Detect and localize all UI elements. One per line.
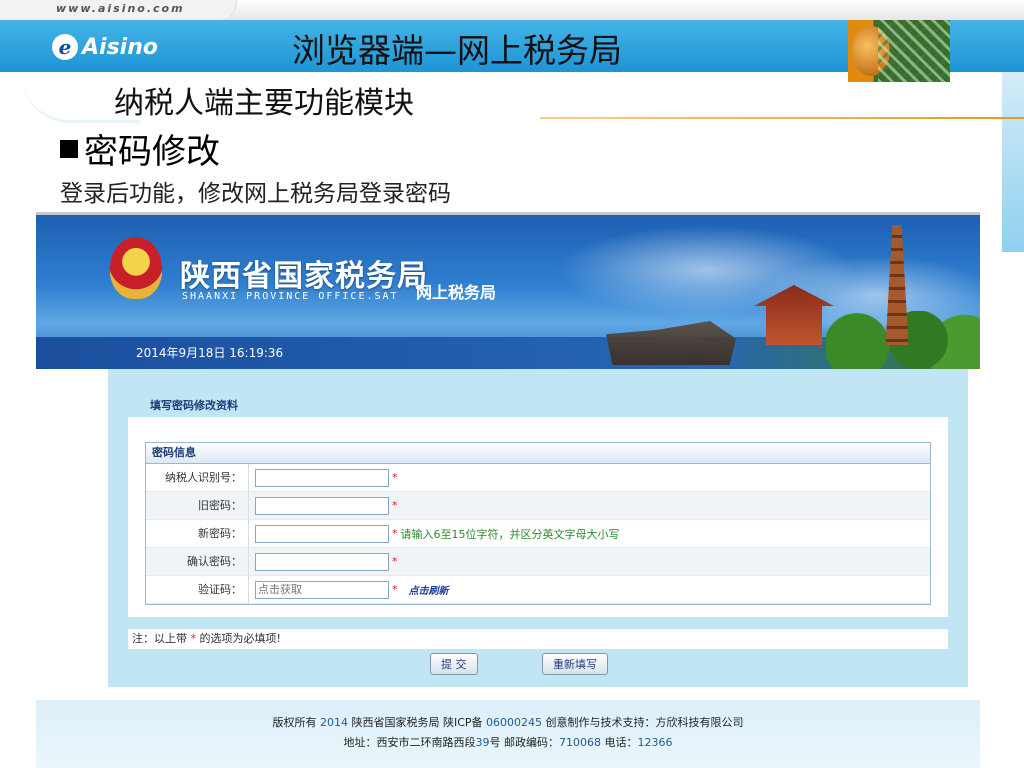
table-row-taxpayer-id: 纳税人识别号： * [146, 464, 930, 492]
section-heading-text: 密码修改 [84, 132, 220, 172]
square-bullet-icon [60, 139, 78, 158]
taxpayer-id-input[interactable] [255, 468, 389, 487]
phone-number: 12366 [637, 736, 673, 749]
note-prefix: 注：以上带 [132, 632, 187, 645]
phone-label: 电话： [604, 736, 638, 749]
required-star: * [392, 499, 398, 512]
required-fields-note: 注：以上带 * 的选项为必填项! [128, 629, 948, 649]
captcha-refresh-link[interactable]: 点击刷新 [409, 582, 449, 597]
confirm-password-input[interactable] [255, 552, 389, 571]
current-datetime: 2014年9月18日 16:19:36 [136, 346, 284, 360]
new-password-hint: 请输入6至15位字符，并区分英文字母大小写 [400, 527, 620, 541]
bureau-name-en: SHAANXI PROVINCE OFFICE.SAT [182, 291, 399, 302]
taxpayer-id-label: 纳税人识别号： [146, 464, 249, 491]
old-password-cell: * [249, 492, 930, 519]
submit-button[interactable]: 提 交 [430, 653, 478, 675]
address-number: 39 [475, 736, 490, 749]
confirm-password-label: 确认密码： [146, 548, 249, 575]
table-row-new-password: 新密码： * 请输入6至15位字符，并区分英文字母大小写 [146, 520, 930, 548]
footer-copyright: 版权所有 2014 陕西省国家税务局 陕ICP备 06000245 创意制作与技… [36, 714, 980, 730]
bureau-name: 陕西省国家税务局 [180, 259, 428, 294]
captcha-input[interactable] [255, 580, 389, 599]
slide-right-bar [1002, 72, 1024, 252]
terracotta-chariot-image [606, 321, 736, 365]
site-url: www.aisino.com [56, 2, 185, 15]
required-star: * [392, 583, 398, 596]
new-password-label: 新密码： [146, 520, 249, 547]
aisino-logo: e Aisino [52, 30, 176, 64]
table-title: 密码信息 [146, 443, 930, 464]
copyright-prefix: 版权所有 [272, 716, 317, 729]
new-password-input[interactable] [255, 524, 389, 543]
required-star: * [392, 471, 398, 484]
password-form-area: 填写密码修改资料 密码信息 纳税人识别号： * 旧密码： * 新密码： * 请输… [108, 369, 968, 687]
captcha-cell: * 点击刷新 [249, 576, 930, 603]
required-star: * [392, 555, 398, 568]
captcha-label: 验证码： [146, 576, 249, 603]
table-row-captcha: 验证码： * 点击刷新 [146, 576, 930, 604]
table-row-old-password: 旧密码： * [146, 492, 930, 520]
footer-address: 地址：西安市二环南路西段39号 邮政编码：710068 电话：12366 [36, 734, 980, 750]
slide-title: 浏览器端—网上税务局 [292, 31, 622, 70]
old-password-label: 旧密码： [146, 492, 249, 519]
slide-subtitle: 纳税人端主要功能模块 [114, 86, 414, 121]
section-heading: 密码修改 [60, 124, 220, 173]
slide-accent-line [540, 117, 1024, 119]
copyright-org: 陕西省国家税务局 陕ICP备 [351, 716, 483, 729]
old-password-input[interactable] [255, 496, 389, 515]
form-panel: 密码信息 纳税人识别号： * 旧密码： * 新密码： * 请输入6至15位字符，… [128, 417, 948, 617]
national-emblem-icon [110, 237, 162, 299]
corner-decoration-image [848, 20, 950, 82]
required-star: * [392, 527, 398, 540]
tech-support: 创意制作与技术支持：方欣科技有限公司 [545, 716, 744, 729]
keyboard-pattern [878, 20, 950, 82]
note-suffix: 的选项为必填项! [199, 632, 281, 645]
reset-button[interactable]: 重新填写 [542, 653, 608, 675]
page-footer: 版权所有 2014 陕西省国家税务局 陕ICP备 06000245 创意制作与技… [36, 700, 980, 768]
section-description: 登录后功能，修改网上税务局登录密码 [60, 181, 451, 207]
taxpayer-id-cell: * [249, 464, 930, 491]
form-heading: 填写密码修改资料 [150, 399, 238, 412]
password-info-table: 密码信息 纳税人识别号： * 旧密码： * 新密码： * 请输入6至15位字符，… [145, 442, 931, 605]
aisino-logo-text: Aisino [82, 34, 158, 60]
copyright-year: 2014 [319, 716, 348, 729]
note-star: * [190, 632, 197, 645]
postcode: 710068 [559, 736, 601, 749]
confirm-password-cell: * [249, 548, 930, 575]
icp-number: 06000245 [486, 716, 543, 729]
tax-bureau-banner: 陕西省国家税务局 SHAANXI PROVINCE OFFICE.SAT 网上税… [36, 215, 980, 369]
site-name: 网上税务局 [416, 283, 497, 302]
aisino-logo-icon: e [52, 34, 78, 60]
address-suffix: 号 邮政编码： [489, 736, 560, 749]
table-row-confirm-password: 确认密码： * [146, 548, 930, 576]
new-password-cell: * 请输入6至15位字符，并区分英文字母大小写 [249, 520, 930, 547]
address-prefix: 地址：西安市二环南路西段 [343, 736, 476, 749]
